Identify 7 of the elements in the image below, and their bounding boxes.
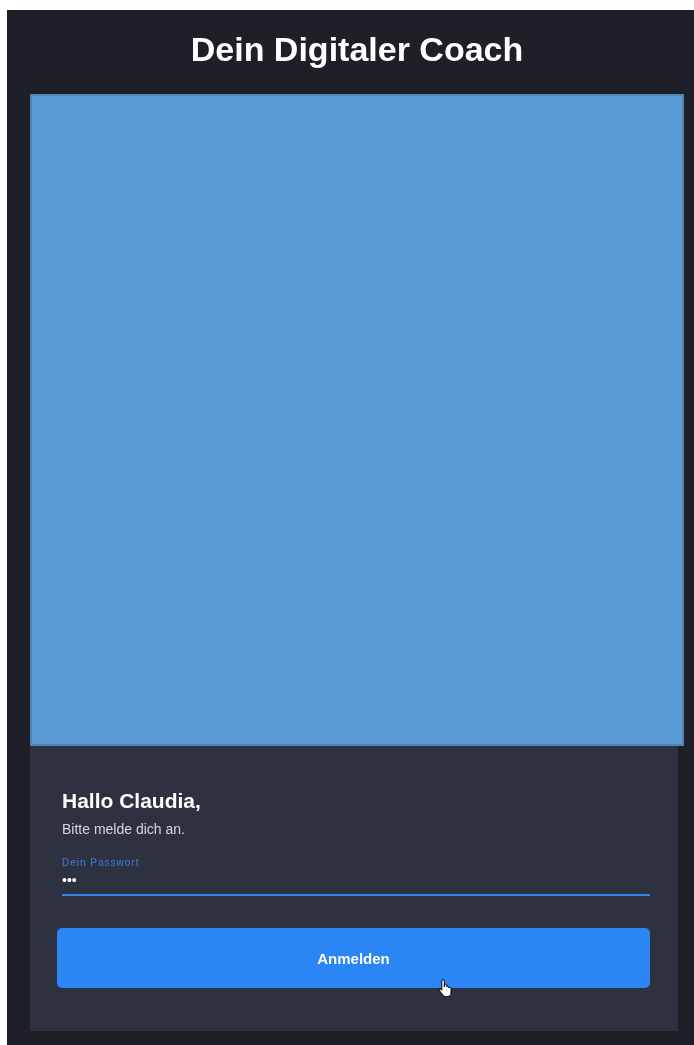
field-label: Dein Passwort	[62, 857, 141, 868]
hand-cursor-icon	[438, 978, 454, 998]
password-field[interactable]: •••	[62, 868, 650, 896]
subtitle: Bitte melde dich an.	[62, 821, 186, 837]
page-title: Dein Digitaler Coach	[189, 29, 525, 70]
login-button[interactable]: Anmelden	[57, 928, 650, 988]
greeting: Hallo Claudia,	[62, 789, 202, 813]
